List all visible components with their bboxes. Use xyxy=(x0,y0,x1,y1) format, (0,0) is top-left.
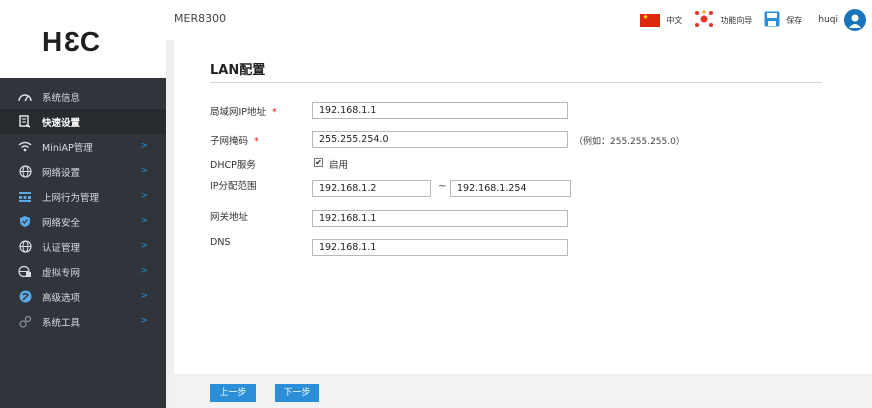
advanced-icon xyxy=(16,290,34,304)
sidebar-item-label: 系统信息 xyxy=(42,92,81,104)
auth-globe-icon xyxy=(16,240,34,254)
sidebar-item-label: 虚拟专网 xyxy=(42,267,81,279)
chevron-right-icon: > xyxy=(140,266,148,276)
range-separator: ~ xyxy=(438,181,447,192)
logo-letter-c: C xyxy=(79,26,102,57)
chevron-right-icon: > xyxy=(140,166,148,176)
chevron-right-icon: > xyxy=(140,141,148,151)
sidebar-item-label: 上网行为管理 xyxy=(42,192,100,204)
dhcp-enable-label[interactable]: 启用 xyxy=(329,157,348,171)
page-title: LAN配置 xyxy=(210,63,266,78)
sidebar-item-label: 系统工具 xyxy=(42,317,81,329)
ip-range-start-input[interactable] xyxy=(312,180,431,197)
top-bar: MER8300 中文 功能向导 保存 huqi xyxy=(166,0,872,40)
sidebar-item-network[interactable]: 网络设置 > xyxy=(0,159,166,184)
lan-ip-label: 局域网IP地址 * xyxy=(210,104,277,118)
sidebar-item-label: 快速设置 xyxy=(42,117,81,129)
dns-input[interactable] xyxy=(312,239,568,256)
gateway-label: 网关地址 xyxy=(210,212,249,223)
sidebar-item-vpn[interactable]: 虚拟专网 > xyxy=(0,259,166,284)
save-icon[interactable] xyxy=(764,11,780,30)
subnet-mask-input[interactable] xyxy=(312,131,568,148)
ip-range-label: IP分配范围 xyxy=(210,181,257,192)
chevron-right-icon: > xyxy=(140,291,148,301)
sidebar-item-label: 网络安全 xyxy=(42,217,81,229)
user-avatar-icon[interactable] xyxy=(844,9,866,31)
h3c-logo: H3C xyxy=(42,26,101,58)
language-link[interactable]: 中文 xyxy=(666,15,682,26)
quick-setup-icon xyxy=(16,115,34,129)
required-mark: * xyxy=(254,136,259,147)
sidebar-item-label: 网络设置 xyxy=(42,167,81,179)
mask-hint: （例如：255.255.255.0） xyxy=(574,137,685,147)
user-name[interactable]: huqi xyxy=(818,15,838,25)
sidebar-item-behavior[interactable]: 上网行为管理 > xyxy=(0,184,166,209)
sidebar-item-label: 高级选项 xyxy=(42,292,81,304)
lan-ip-input[interactable] xyxy=(312,102,568,119)
sidebar-item-auth[interactable]: 认证管理 > xyxy=(0,234,166,259)
mask-label-text: 子网掩码 xyxy=(210,136,249,147)
chevron-right-icon: > xyxy=(140,191,148,201)
tools-icon xyxy=(16,315,34,329)
behavior-icon xyxy=(16,190,34,204)
chevron-right-icon: > xyxy=(140,241,148,251)
sidebar-item-tools[interactable]: 系统工具 > xyxy=(0,309,166,334)
chevron-right-icon: > xyxy=(140,216,148,226)
footer-bar: 上一步 下一步 xyxy=(174,374,872,408)
sidebar-item-label: 认证管理 xyxy=(42,242,81,254)
dhcp-label: DHCP服务 xyxy=(210,160,256,171)
ip-range-end-input[interactable] xyxy=(450,180,571,197)
lan-config-panel: LAN配置 局域网IP地址* 子网掩码* （例如：255.255.255.0） … xyxy=(174,40,872,374)
sidebar-item-security[interactable]: 网络安全 > xyxy=(0,209,166,234)
lan-ip-label-text: 局域网IP地址 xyxy=(210,107,267,118)
sidebar-item-miniap[interactable]: MiniAP管理 > xyxy=(0,134,166,159)
dns-label: DNS xyxy=(210,237,231,248)
vpn-icon xyxy=(16,265,34,279)
wizard-link[interactable]: 功能向导 xyxy=(720,15,752,26)
required-mark: * xyxy=(272,107,277,118)
top-actions: 中文 功能向导 保存 huqi xyxy=(640,8,866,32)
previous-step-button[interactable]: 上一步 xyxy=(210,384,256,402)
gateway-input[interactable] xyxy=(312,210,568,227)
sidebar: H3C 系统信息 快速设置 MiniAP管理 > 网络设置 > 上网行为管理 >… xyxy=(0,0,166,408)
device-name: MER8300 xyxy=(174,12,227,25)
checkmark-icon: ✔ xyxy=(315,157,322,167)
speedometer-icon xyxy=(16,90,34,104)
logo-letter-h: H xyxy=(42,26,64,57)
dhcp-enable-checkbox[interactable]: ✔ xyxy=(314,158,323,167)
next-step-button[interactable]: 下一步 xyxy=(275,384,319,402)
logo-letter-3: 3 xyxy=(63,26,80,57)
save-link[interactable]: 保存 xyxy=(786,15,802,26)
globe-icon xyxy=(16,165,34,179)
sidebar-item-advanced[interactable]: 高级选项 > xyxy=(0,284,166,309)
sidebar-nav: 系统信息 快速设置 MiniAP管理 > 网络设置 > 上网行为管理 > 网络安… xyxy=(0,84,166,334)
title-divider xyxy=(210,82,822,83)
logo-area: H3C xyxy=(0,0,166,78)
wizard-icon[interactable] xyxy=(694,9,714,31)
china-flag-icon[interactable] xyxy=(640,13,661,27)
sidebar-item-system-info[interactable]: 系统信息 xyxy=(0,84,166,109)
mask-label: 子网掩码 * xyxy=(210,133,259,147)
wifi-icon xyxy=(16,140,34,154)
sidebar-item-quick-setup[interactable]: 快速设置 xyxy=(0,109,166,134)
shield-icon xyxy=(16,215,34,229)
sidebar-item-label: MiniAP管理 xyxy=(42,142,93,154)
chevron-right-icon: > xyxy=(140,316,148,326)
